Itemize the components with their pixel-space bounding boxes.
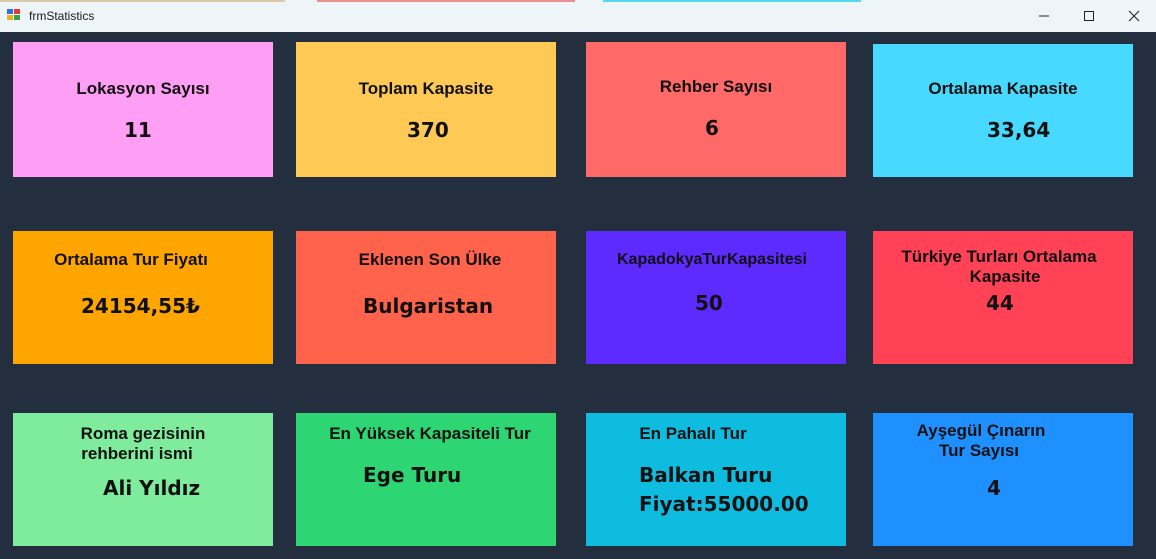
stat-card-cappadocia-capacity: KapadokyaTurKapasitesi 50 [586, 231, 846, 364]
card-value: 24154,55₺ [81, 294, 200, 318]
card-value-line-2: Fiyat:55000.00 [639, 492, 809, 516]
stat-card-average-tour-price: Ortalama Tur Fiyatı 24154,55₺ [13, 231, 273, 364]
stat-card-guide-count: Rehber Sayısı 6 [586, 42, 846, 177]
stat-card-most-expensive-tour: En Pahalı Tur Balkan Turu Fiyat:55000.00 [586, 413, 846, 546]
card-label-line-1: Roma gezisinin [80, 424, 206, 443]
stat-card-turkey-tours-avg-capacity: Türkiye Turları Ortalama Kapasite 44 [873, 231, 1133, 364]
card-value: 4 [987, 476, 1001, 500]
card-label-line-2: Kapasite [969, 267, 1041, 286]
card-value: Ali Yıldız [103, 476, 201, 500]
card-value-line-1: Balkan Turu [639, 463, 773, 487]
stat-card-highest-capacity-tour: En Yüksek Kapasiteli Tur Ege Turu [296, 413, 556, 546]
card-label-line-1: Türkiye Turları Ortalama [901, 247, 1097, 266]
card-value: 50 [695, 291, 723, 315]
close-button[interactable] [1111, 0, 1156, 32]
maximize-button[interactable] [1066, 0, 1112, 32]
card-label: En Yüksek Kapasiteli Tur [329, 424, 531, 443]
stat-card-total-capacity: Toplam Kapasite 370 [296, 42, 556, 177]
taskbar-accent-strip [603, 0, 861, 2]
stat-card-last-added-country: Eklenen Son Ülke Bulgaristan [296, 231, 556, 364]
window-title: frmStatistics [29, 9, 95, 23]
stat-card-rome-guide-name: Roma gezisinin rehberini ismi Ali Yıldız [13, 413, 273, 546]
card-label: Ortalama Tur Fiyatı [54, 250, 208, 269]
card-value: 6 [705, 116, 719, 140]
card-label: Rehber Sayısı [659, 77, 773, 96]
stat-card-aysegul-tour-count: Ayşegül Çınarın Tur Sayısı 4 [873, 413, 1133, 546]
card-value: 11 [124, 118, 152, 142]
title-bar[interactable]: frmStatistics [0, 0, 1156, 32]
taskbar-accent-strip [0, 0, 285, 2]
card-label: Toplam Kapasite [358, 79, 494, 98]
card-value: 33,64 [987, 118, 1051, 142]
card-label-line-2: Tur Sayısı [939, 441, 1019, 460]
stat-card-average-capacity: Ortalama Kapasite 33,64 [873, 44, 1133, 177]
card-label: Eklenen Son Ülke [358, 250, 502, 269]
maximize-icon [1084, 11, 1094, 21]
winforms-app-icon [7, 9, 21, 21]
card-label-line-1: Ayşegül Çınarın [916, 421, 1046, 440]
card-value: 370 [407, 118, 449, 142]
card-value: Bulgaristan [363, 294, 494, 318]
minimize-button[interactable] [1021, 0, 1067, 32]
card-label: KapadokyaTurKapasitesi [617, 251, 807, 268]
taskbar-accent-strip [317, 0, 575, 2]
card-label-line-2: rehberini ismi [81, 444, 193, 463]
card-label: En Pahalı Tur [639, 424, 747, 443]
minimize-icon [1039, 15, 1049, 17]
close-icon [1128, 10, 1140, 22]
stat-card-location-count: Lokasyon Sayısı 11 [13, 42, 273, 177]
card-label: Ortalama Kapasite [928, 79, 1078, 98]
card-value: 44 [986, 291, 1014, 315]
card-value: Ege Turu [363, 463, 462, 487]
card-label: Lokasyon Sayısı [76, 79, 210, 98]
